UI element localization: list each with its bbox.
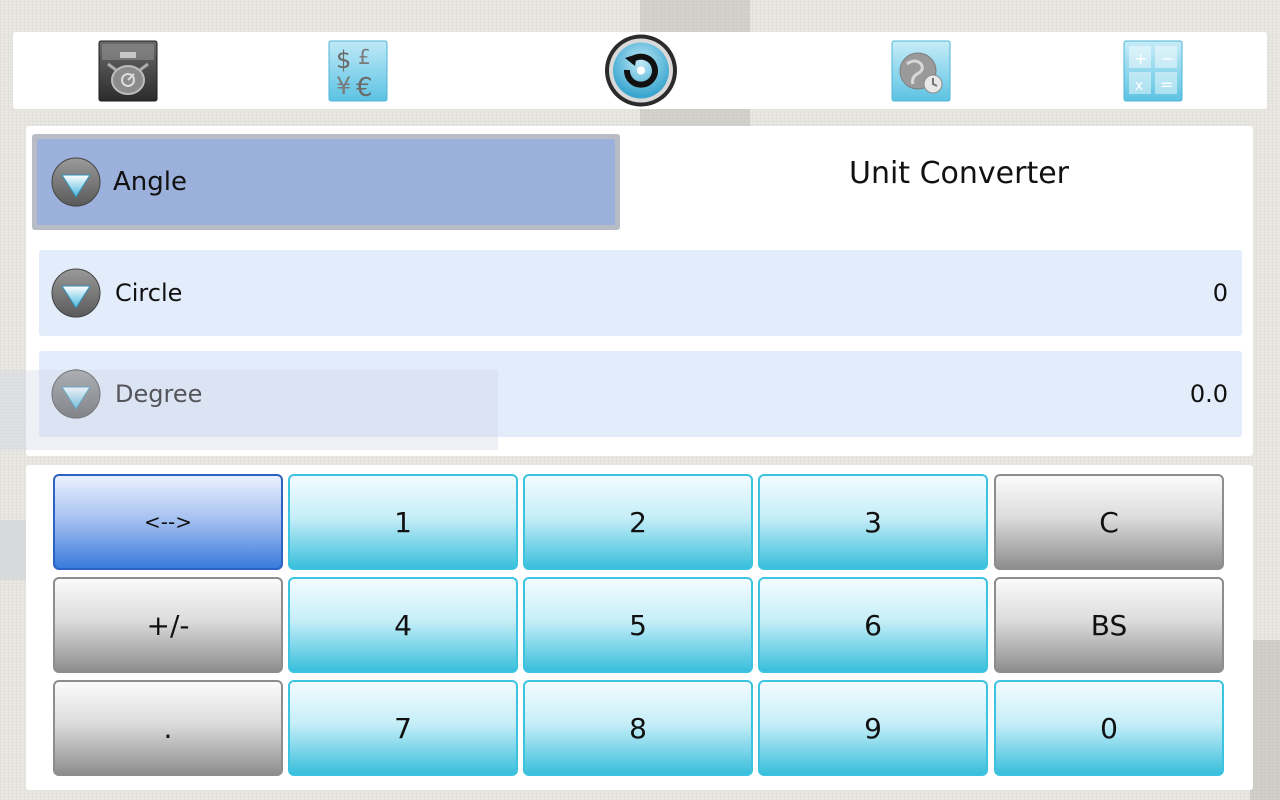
key-8[interactable]: 8 bbox=[523, 680, 753, 776]
key-4[interactable]: 4 bbox=[288, 577, 518, 673]
currency-icon: $ £ ¥ € bbox=[328, 40, 388, 102]
svg-text:x: x bbox=[1135, 78, 1143, 94]
calculator-button[interactable]: + − x = bbox=[1123, 40, 1183, 102]
page-title: Unit Converter bbox=[848, 156, 1070, 191]
key-2[interactable]: 2 bbox=[523, 474, 753, 570]
svg-text:−: − bbox=[1161, 49, 1174, 68]
svg-text:€: € bbox=[356, 73, 373, 102]
svg-text:+: + bbox=[1134, 49, 1147, 68]
background-stripe bbox=[640, 0, 750, 32]
from-unit-value: 0 bbox=[1212, 279, 1228, 307]
timezone-button[interactable] bbox=[891, 40, 951, 102]
dropdown-arrow-icon bbox=[51, 369, 101, 419]
to-unit-row[interactable]: Degree 0.0 bbox=[39, 351, 1242, 437]
svg-text:£: £ bbox=[358, 45, 371, 69]
unit-converter-icon bbox=[605, 34, 677, 107]
from-unit-label: Circle bbox=[115, 279, 183, 307]
key-0[interactable]: 0 bbox=[994, 680, 1224, 776]
category-label: Angle bbox=[113, 167, 187, 197]
calculator-icon: + − x = bbox=[1123, 40, 1183, 102]
svg-text:$: $ bbox=[336, 46, 351, 74]
converter-panel: Angle Unit Converter Circle 0 Degree 0.0 bbox=[26, 126, 1253, 456]
decimal-point-button[interactable]: . bbox=[53, 680, 283, 776]
unit-converter-button[interactable] bbox=[603, 32, 679, 109]
scale-icon bbox=[98, 40, 158, 102]
backspace-button[interactable]: BS bbox=[994, 577, 1224, 673]
sign-toggle-button[interactable]: +/- bbox=[53, 577, 283, 673]
timezone-globe-icon bbox=[891, 40, 951, 102]
keypad: <--> 1 2 3 C +/- 4 5 6 BS . 7 8 9 0 bbox=[26, 465, 1253, 790]
category-selector: Angle bbox=[32, 134, 620, 230]
currency-button[interactable]: $ £ ¥ € bbox=[328, 40, 388, 102]
background-stripe bbox=[1250, 640, 1280, 800]
scale-button[interactable] bbox=[98, 40, 158, 102]
clear-button[interactable]: C bbox=[994, 474, 1224, 570]
key-6[interactable]: 6 bbox=[758, 577, 988, 673]
from-unit-row[interactable]: Circle 0 bbox=[39, 250, 1242, 336]
key-7[interactable]: 7 bbox=[288, 680, 518, 776]
background-stripe bbox=[0, 520, 26, 580]
to-unit-label: Degree bbox=[115, 380, 203, 408]
dropdown-arrow-icon bbox=[51, 268, 101, 318]
key-3[interactable]: 3 bbox=[758, 474, 988, 570]
to-unit-value: 0.0 bbox=[1189, 380, 1228, 408]
swap-units-button[interactable]: <--> bbox=[53, 474, 283, 570]
dropdown-arrow-icon bbox=[51, 157, 101, 207]
svg-text:=: = bbox=[1160, 75, 1173, 94]
key-5[interactable]: 5 bbox=[523, 577, 753, 673]
background-stripe bbox=[640, 108, 750, 126]
key-9[interactable]: 9 bbox=[758, 680, 988, 776]
key-1[interactable]: 1 bbox=[288, 474, 518, 570]
svg-text:¥: ¥ bbox=[336, 72, 351, 100]
category-dropdown[interactable]: Angle bbox=[37, 139, 615, 225]
top-toolbar: $ £ ¥ € + − x = bbox=[13, 32, 1267, 109]
